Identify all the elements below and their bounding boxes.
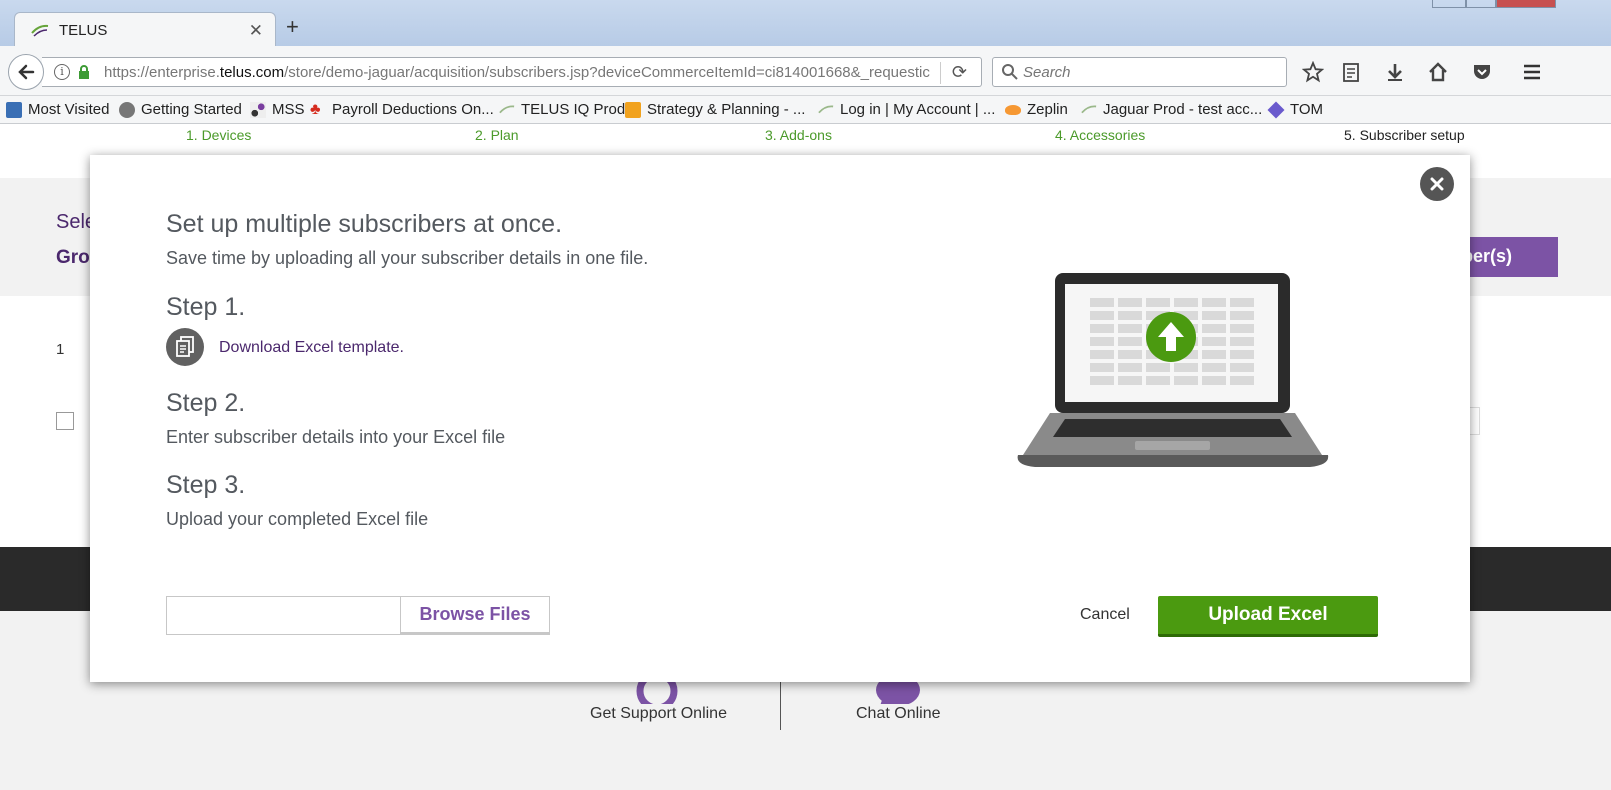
bookmark-star-icon[interactable] bbox=[1300, 59, 1326, 85]
back-button[interactable] bbox=[8, 54, 44, 90]
row-checkbox[interactable] bbox=[56, 412, 74, 430]
tab-close-icon[interactable]: ✕ bbox=[249, 21, 263, 41]
step-2-description: Enter subscriber details into your Excel… bbox=[166, 427, 506, 447]
search-input[interactable] bbox=[1023, 62, 1273, 82]
home-icon[interactable] bbox=[1425, 59, 1451, 85]
telus-icon bbox=[1081, 104, 1097, 113]
bookmark-telus-iq-prod[interactable]: TELUS IQ Prod bbox=[499, 101, 625, 118]
zeplin-icon bbox=[1005, 104, 1021, 115]
step-devices[interactable]: 1. Devices bbox=[186, 127, 251, 143]
telus-icon bbox=[818, 104, 834, 113]
bookmark-getting-started[interactable]: Getting Started bbox=[119, 101, 242, 118]
step-3-heading: Step 3. bbox=[166, 471, 246, 499]
menu-icon[interactable] bbox=[1519, 59, 1545, 85]
get-support-online-link[interactable]: Get Support Online bbox=[590, 705, 727, 723]
site-info-icon[interactable]: i bbox=[54, 64, 70, 80]
bookmark-most-visited[interactable]: Most Visited bbox=[6, 101, 109, 118]
browser-title-strip: TELUS ✕ + bbox=[0, 0, 1611, 48]
bookmark-mss[interactable]: MSS bbox=[250, 101, 305, 118]
most-visited-icon bbox=[6, 101, 22, 118]
reload-icon[interactable]: ⟳ bbox=[952, 62, 967, 83]
tab-title: TELUS bbox=[59, 22, 108, 39]
download-excel-template-link[interactable]: Download Excel template. bbox=[219, 339, 404, 357]
cancel-link[interactable]: Cancel bbox=[1080, 606, 1130, 624]
bookmark-jaguar-prod[interactable]: Jaguar Prod - test acc... bbox=[1081, 101, 1262, 118]
chat-online-link[interactable]: Chat Online bbox=[856, 705, 941, 723]
diamond-icon bbox=[1267, 101, 1285, 118]
download-icon[interactable] bbox=[1382, 59, 1408, 85]
bulk-upload-modal: Set up multiple subscribers at once. Sav… bbox=[90, 155, 1470, 682]
group-heading-partial: Gro bbox=[56, 247, 90, 268]
window-minimize-button[interactable] bbox=[1432, 0, 1466, 8]
modal-title: Set up multiple subscribers at once. bbox=[166, 210, 563, 238]
back-arrow-icon bbox=[18, 64, 35, 80]
window-close-button[interactable] bbox=[1496, 0, 1556, 8]
search-bar[interactable] bbox=[992, 57, 1287, 87]
bookmark-log-in-my-account[interactable]: Log in | My Account | ... bbox=[818, 101, 995, 118]
close-icon bbox=[1430, 177, 1444, 191]
bookmark-strategy-planning[interactable]: Strategy & Planning - ... bbox=[625, 101, 805, 118]
address-bar[interactable]: i https://enterprise.telus.com/store/dem… bbox=[42, 57, 982, 87]
document-icon[interactable] bbox=[166, 328, 204, 366]
telus-icon bbox=[499, 104, 515, 113]
modal-subtitle: Save time by uploading all your subscrib… bbox=[166, 248, 649, 268]
step-add-ons[interactable]: 3. Add-ons bbox=[765, 127, 832, 143]
bookmark-payroll-deductions[interactable]: ♣ Payroll Deductions On... bbox=[310, 101, 494, 118]
step-accessories[interactable]: 4. Accessories bbox=[1055, 127, 1145, 143]
step-3-description: Upload your completed Excel file bbox=[166, 509, 429, 529]
step-2-heading: Step 2. bbox=[166, 389, 246, 417]
address-bar-divider bbox=[940, 62, 941, 84]
file-path-input[interactable] bbox=[166, 596, 401, 635]
mss-icon bbox=[250, 101, 266, 118]
window-maximize-button[interactable] bbox=[1466, 0, 1496, 8]
search-icon bbox=[1002, 64, 1018, 80]
modal-close-button[interactable] bbox=[1420, 167, 1454, 201]
row-number: 1 bbox=[56, 341, 65, 358]
pocket-icon[interactable] bbox=[1469, 59, 1495, 85]
lock-icon bbox=[79, 65, 89, 79]
bookmarks-toolbar: Most Visited Getting Started MSS ♣ Payro… bbox=[0, 96, 1611, 124]
browse-files-button[interactable]: Browse Files bbox=[400, 596, 550, 635]
maple-leaf-icon: ♣ bbox=[310, 100, 321, 118]
globe-icon bbox=[119, 101, 135, 118]
bookmark-tom[interactable]: TOM bbox=[1267, 101, 1323, 118]
step-subscriber-setup: 5. Subscriber setup bbox=[1344, 127, 1465, 143]
step-1-heading: Step 1. bbox=[166, 293, 246, 321]
url-text[interactable]: https://enterprise.telus.com/store/demo-… bbox=[104, 64, 954, 81]
laptop-upload-illustration bbox=[1017, 273, 1329, 467]
navigation-toolbar: i https://enterprise.telus.com/store/dem… bbox=[0, 46, 1611, 96]
telus-icon bbox=[31, 24, 49, 37]
grid-icon bbox=[625, 101, 641, 118]
footer-divider bbox=[780, 675, 781, 730]
browser-tab-telus[interactable]: TELUS ✕ bbox=[14, 12, 276, 48]
bookmark-zeplin[interactable]: Zeplin bbox=[1005, 101, 1068, 118]
upload-excel-button[interactable]: Upload Excel bbox=[1158, 596, 1378, 637]
step-plan[interactable]: 2. Plan bbox=[475, 127, 519, 143]
new-tab-button[interactable]: + bbox=[286, 14, 299, 40]
reading-list-icon[interactable] bbox=[1338, 59, 1364, 85]
checkout-progress-steps: 1. Devices 2. Plan 3. Add-ons 4. Accesso… bbox=[0, 125, 1611, 153]
